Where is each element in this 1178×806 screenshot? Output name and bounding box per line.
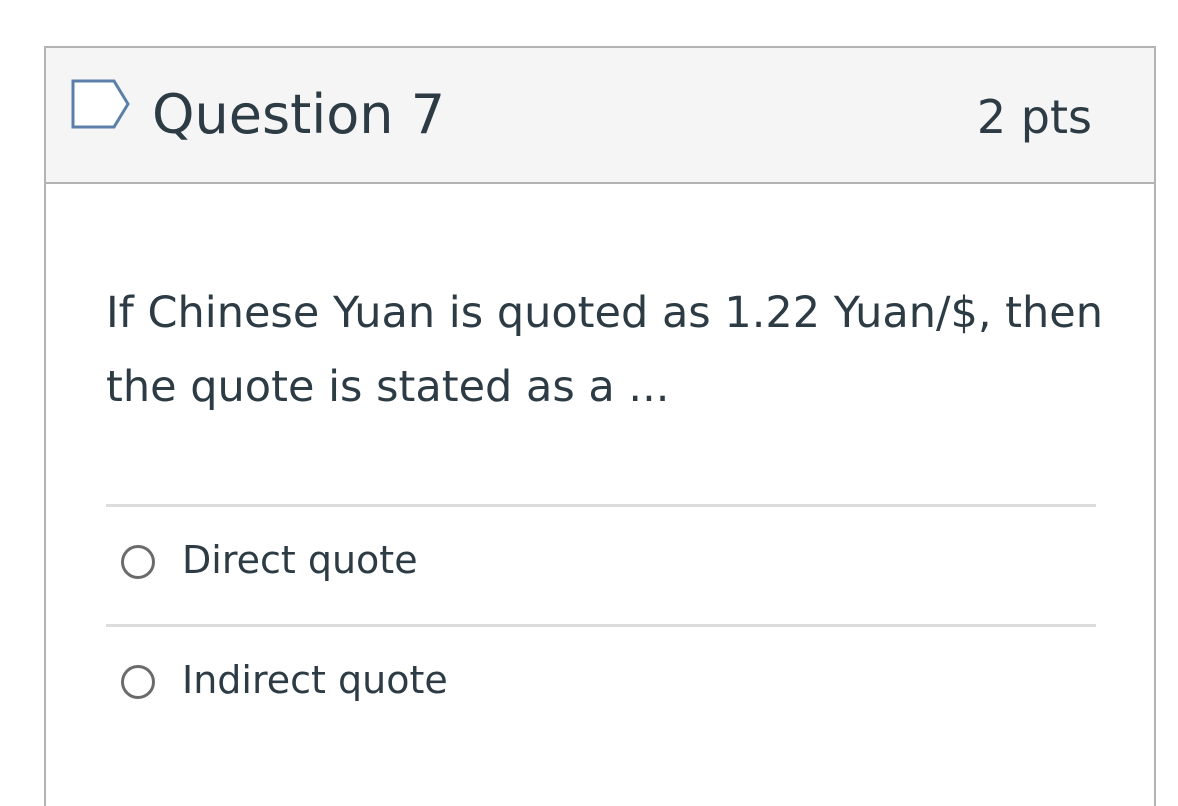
question-points: 2 pts <box>976 90 1092 144</box>
answer-option-direct-quote[interactable]: Direct quote <box>106 504 1096 624</box>
question-card: Question 7 2 pts If Chinese Yuan is quot… <box>44 46 1156 806</box>
flag-question-icon[interactable] <box>70 78 132 130</box>
question-title: Question 7 <box>152 83 446 146</box>
radio-button[interactable] <box>121 665 155 699</box>
answer-label[interactable]: Direct quote <box>182 535 418 585</box>
question-body: If Chinese Yuan is quoted as 1.22 Yuan/$… <box>46 184 1154 744</box>
question-header: Question 7 2 pts <box>46 48 1154 184</box>
answer-option-indirect-quote[interactable]: Indirect quote <box>106 624 1096 744</box>
radio-button[interactable] <box>121 545 155 579</box>
question-text: If Chinese Yuan is quoted as 1.22 Yuan/$… <box>106 288 1103 412</box>
answer-label[interactable]: Indirect quote <box>182 655 448 705</box>
answer-list: Direct quote Indirect quote <box>106 504 1096 744</box>
